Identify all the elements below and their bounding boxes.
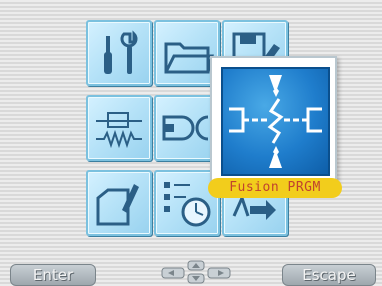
enter-button[interactable]: Enter: [10, 264, 96, 286]
notepad-pen-icon: [96, 184, 139, 226]
fusion-program-tile[interactable]: [221, 67, 330, 176]
selected-menu-item[interactable]: [210, 56, 337, 183]
schedule-icon: [164, 182, 211, 227]
menu-tile-notepad[interactable]: [86, 170, 152, 236]
direction-pad-icon: [161, 260, 231, 284]
connector-icon: [162, 115, 209, 141]
selected-item-label: Fusion PRGM: [208, 178, 342, 198]
escape-button[interactable]: Escape: [282, 264, 376, 286]
tools-icon: [104, 30, 138, 74]
menu-tile-tools[interactable]: [86, 20, 152, 86]
fusion-icon: [229, 75, 322, 168]
folder-icon: [164, 42, 214, 74]
softkey-bar: Enter Escape: [0, 258, 382, 286]
resistor-icon: [96, 112, 142, 149]
menu-tile-resistor[interactable]: [86, 95, 152, 161]
